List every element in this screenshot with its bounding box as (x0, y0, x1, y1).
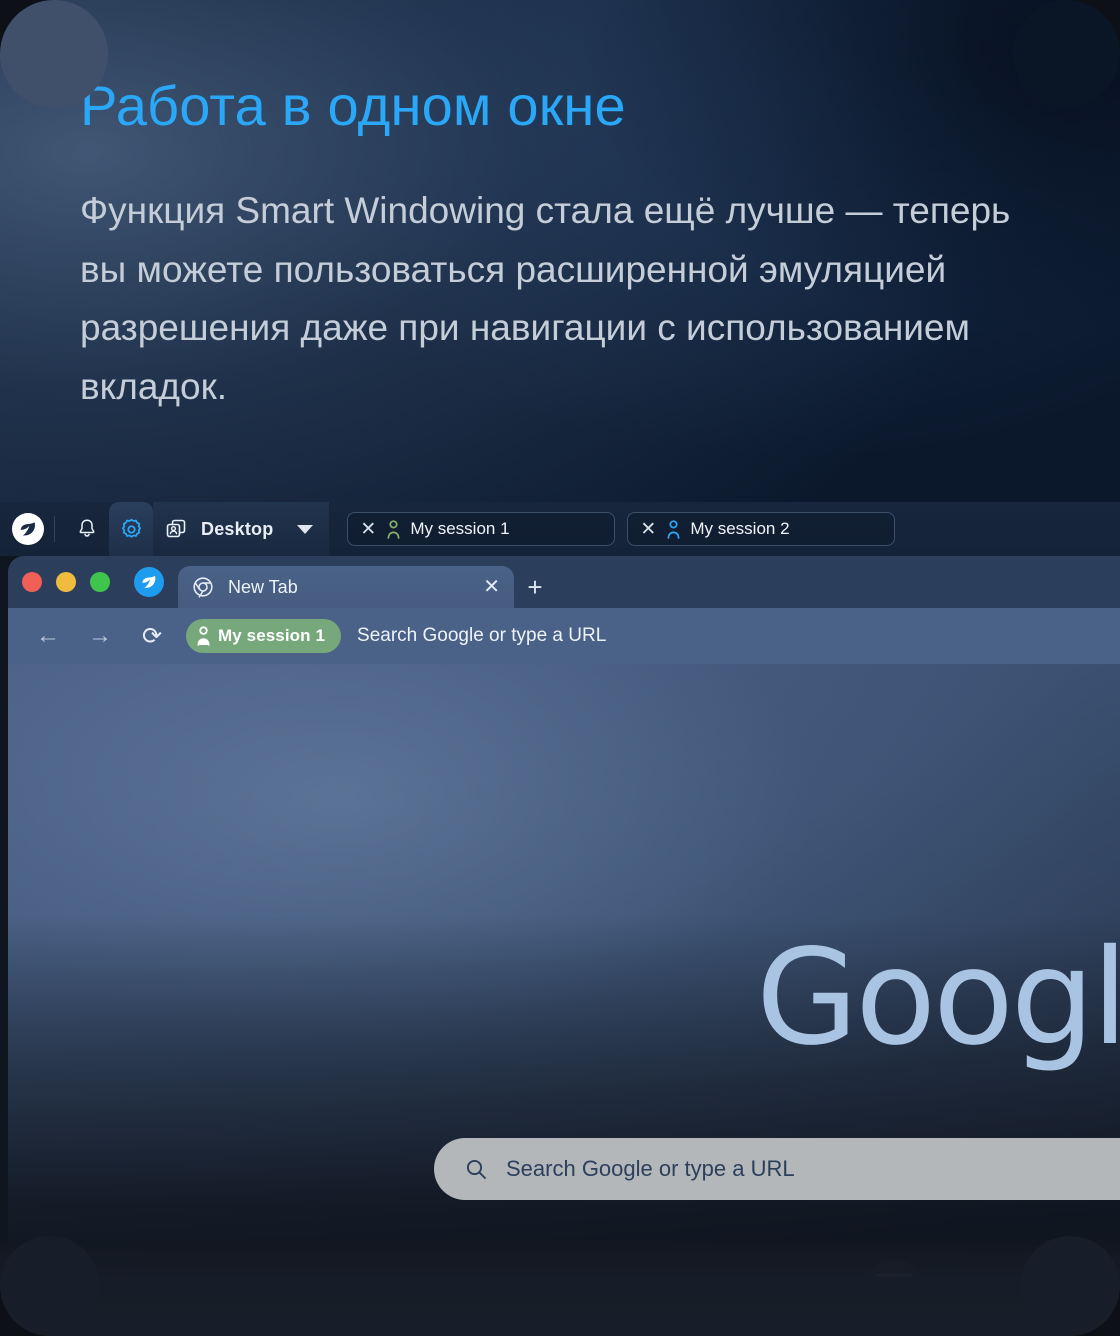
app-toolbar: Desktop ✕ My session 1 ✕ My session 2 (0, 502, 1120, 556)
close-icon[interactable]: ✕ (640, 520, 656, 539)
notifications-button[interactable] (65, 502, 109, 556)
ntp-search-box[interactable]: Search Google or type a URL (434, 1138, 1120, 1200)
google-logo: Google (756, 921, 1120, 1075)
chevron-down-icon[interactable] (297, 524, 314, 534)
chrome-favicon-icon (192, 576, 214, 598)
bell-icon (79, 519, 95, 537)
minimize-window-button[interactable] (56, 572, 76, 592)
new-tab-button[interactable]: + (514, 566, 556, 608)
new-tab-page: Google Search Google or type a URL Web S… (8, 664, 1120, 1336)
session-tab-2[interactable]: ✕ My session 2 (627, 512, 896, 546)
close-window-button[interactable] (22, 572, 42, 592)
page-corner-top-right (1012, 0, 1120, 108)
omnibox-session-chip[interactable]: My session 1 (186, 619, 342, 653)
browser-tab[interactable]: New Tab ✕ (178, 566, 514, 608)
page-title: Работа в одном окне (80, 74, 626, 137)
plus-icon: + (1039, 1260, 1101, 1322)
webstore-icon (863, 1260, 925, 1322)
page-root: Работа в одном окне Функция Smart Window… (0, 0, 1120, 1336)
gear-icon (121, 518, 141, 538)
browser-window: New Tab ✕ + ← → ⟳ My session 1 Search Go… (8, 556, 1120, 1336)
back-button[interactable]: ← (22, 608, 74, 664)
page-corner-top-left (0, 0, 108, 108)
forward-button[interactable]: → (74, 608, 126, 664)
hero-description: Функция Smart Windowing стала ещё лучше … (80, 190, 1011, 407)
search-icon (464, 1157, 488, 1181)
address-bar-placeholder: Search Google or type a URL (357, 625, 607, 646)
session-tab-label: My session 2 (690, 519, 790, 538)
browser-brand-icon[interactable] (134, 567, 164, 597)
person-icon (666, 519, 681, 539)
omnibox-session-label: My session 1 (218, 626, 326, 645)
settings-button[interactable] (109, 502, 153, 556)
window-controls (22, 556, 110, 608)
shortcut-web-store[interactable]: Web Store (838, 1260, 950, 1336)
browser-tab-title: New Tab (228, 576, 298, 597)
person-icon (196, 626, 211, 646)
ntp-shortcuts: Web Store + Add shortcut (838, 1260, 1120, 1336)
session-tab-label: My session 1 (410, 519, 510, 538)
hero-banner: Работа в одном окне Функция Smart Window… (0, 0, 1120, 508)
address-bar[interactable]: My session 1 Search Google or type a URL (186, 615, 1120, 657)
maximize-window-button[interactable] (90, 572, 110, 592)
toolbar-divider (54, 516, 55, 542)
close-icon[interactable]: ✕ (483, 577, 500, 597)
person-icon (386, 519, 401, 539)
workspace-label: Desktop (201, 518, 274, 539)
shortcut-add[interactable]: + Add shortcut (1014, 1260, 1120, 1336)
session-tab-list: ✕ My session 1 ✕ My session 2 (347, 512, 896, 546)
browser-omnibar: ← → ⟳ My session 1 Search Google or type… (8, 608, 1120, 664)
session-tab-1[interactable]: ✕ My session 1 (347, 512, 616, 546)
reload-button[interactable]: ⟳ (126, 608, 178, 664)
workspaces-icon (163, 516, 189, 542)
close-icon[interactable]: ✕ (360, 520, 376, 539)
ntp-search-placeholder: Search Google or type a URL (506, 1156, 795, 1181)
workspace-selector[interactable]: Desktop (153, 502, 330, 556)
app-logo-icon[interactable] (12, 513, 44, 545)
browser-tab-strip: New Tab ✕ + (8, 556, 1120, 608)
